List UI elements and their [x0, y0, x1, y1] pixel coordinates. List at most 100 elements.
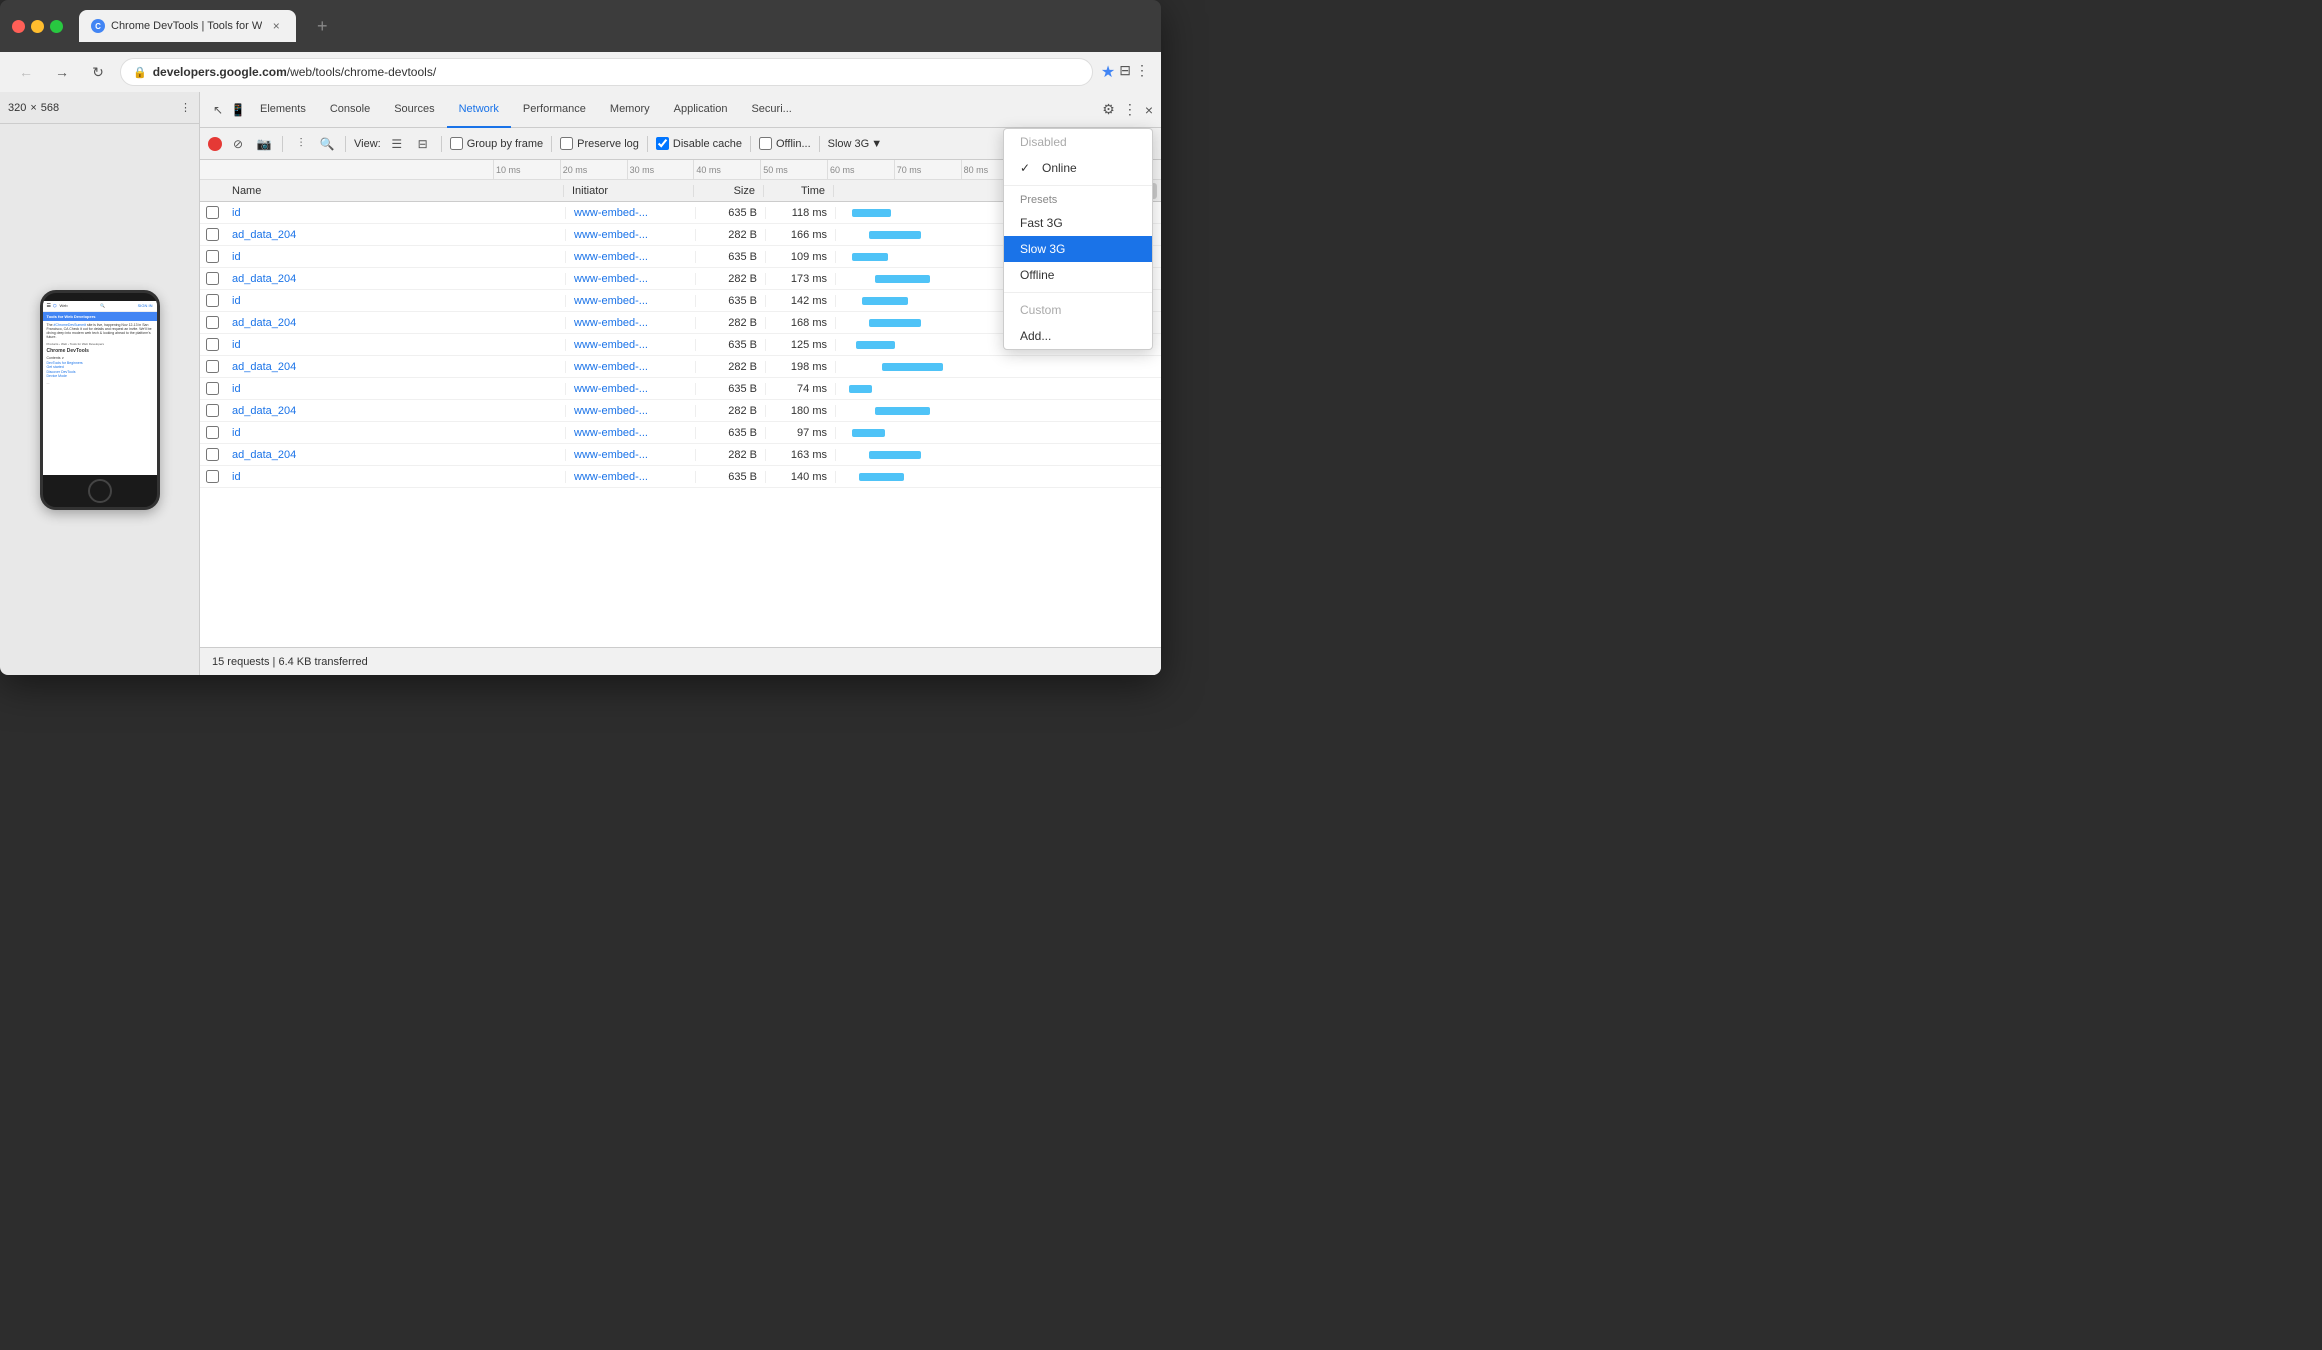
row-time: 168 ms [766, 317, 836, 329]
dropdown-item-offline[interactable]: Offline [1004, 262, 1152, 288]
header-name[interactable]: Name [224, 185, 564, 197]
toolbar-separator-1 [282, 136, 283, 152]
device-section-title: Chrome DevTools [43, 347, 157, 355]
cursor-tool-button[interactable]: ↖ [208, 100, 228, 120]
waterfall-bar [882, 363, 944, 371]
header-initiator[interactable]: Initiator [564, 185, 694, 197]
row-name: id [224, 427, 566, 439]
forward-button[interactable]: → [48, 58, 76, 86]
tab-close-button[interactable]: × [268, 18, 284, 34]
row-checkbox[interactable] [206, 382, 219, 395]
table-row[interactable]: id www-embed-... 635 B 97 ms [200, 422, 1161, 444]
devtools-close-button[interactable]: × [1145, 102, 1153, 118]
row-checkbox[interactable] [206, 338, 219, 351]
row-checkbox[interactable] [206, 426, 219, 439]
device-dimensions: 320 × 568 [8, 102, 59, 114]
row-size: 635 B [696, 251, 766, 263]
tab-console[interactable]: Console [318, 92, 382, 128]
search-button[interactable]: 🔍 [317, 134, 337, 154]
group-by-frame-checkbox[interactable] [450, 137, 463, 150]
bookmark-button[interactable]: ★ [1101, 62, 1115, 82]
row-size: 635 B [696, 383, 766, 395]
preserve-log-checkbox[interactable] [560, 137, 573, 150]
device-logo: ⬡ [53, 303, 57, 308]
dropdown-item-slow3g[interactable]: Slow 3G [1004, 236, 1152, 262]
row-initiator: www-embed-... [566, 339, 696, 351]
row-checkbox[interactable] [206, 448, 219, 461]
row-size: 282 B [696, 273, 766, 285]
disable-cache-checkbox[interactable] [656, 137, 669, 150]
url-bar[interactable]: 🔒 developers.google.com/web/tools/chrome… [120, 58, 1093, 86]
row-name: ad_data_204 [224, 273, 566, 285]
title-bar: C Chrome DevTools | Tools for W × + [0, 0, 1161, 52]
group-view-button[interactable]: ⊟ [413, 134, 433, 154]
browser-tab[interactable]: C Chrome DevTools | Tools for W × [79, 10, 296, 42]
filter-button[interactable]: ⫶ [291, 134, 311, 154]
waterfall-bar [869, 319, 921, 327]
dropdown-item-add[interactable]: Add... [1004, 323, 1152, 349]
dropdown-item-online[interactable]: ✓ Online [1004, 155, 1152, 181]
device-toggle-button[interactable]: 📱 [228, 100, 248, 120]
row-checkbox[interactable] [206, 404, 219, 417]
row-checkbox[interactable] [206, 272, 219, 285]
new-tab-button[interactable]: + [308, 12, 336, 40]
list-view-button[interactable]: ☰ [387, 134, 407, 154]
row-checkbox[interactable] [206, 470, 219, 483]
offline-checkbox[interactable] [759, 137, 772, 150]
record-button[interactable] [208, 137, 222, 151]
tab-network[interactable]: Network [447, 92, 511, 128]
table-row[interactable]: id www-embed-... 635 B 140 ms [200, 466, 1161, 488]
throttle-dropdown-button[interactable]: Slow 3G ▼ [828, 138, 882, 150]
device-height: 568 [41, 102, 59, 114]
reload-button[interactable]: ↻ [84, 58, 112, 86]
device-notch [80, 293, 120, 301]
table-row[interactable]: ad_data_204 www-embed-... 282 B 180 ms [200, 400, 1161, 422]
row-checkbox[interactable] [206, 206, 219, 219]
tab-memory[interactable]: Memory [598, 92, 662, 128]
device-body-text: The #ChromeDevSummit site is live, happe… [43, 321, 157, 341]
row-checkbox[interactable] [206, 228, 219, 241]
row-checkbox[interactable] [206, 250, 219, 263]
dropdown-item-disabled[interactable]: Disabled [1004, 129, 1152, 155]
more-tabs-icon[interactable]: ⋮ [1123, 101, 1137, 118]
tab-elements[interactable]: Elements [248, 92, 318, 128]
row-checkbox[interactable] [206, 360, 219, 373]
device-toolbar: 320 × 568 ⋮ [0, 92, 199, 124]
header-size[interactable]: Size [694, 185, 764, 197]
row-checkbox[interactable] [206, 294, 219, 307]
tab-sources[interactable]: Sources [382, 92, 446, 128]
tab-application[interactable]: Application [662, 92, 740, 128]
cast-icon[interactable]: ⊟ [1119, 62, 1131, 82]
header-time[interactable]: Time [764, 185, 834, 197]
minimize-button[interactable] [31, 20, 44, 33]
address-bar: ← → ↻ 🔒 developers.google.com/web/tools/… [0, 52, 1161, 92]
settings-icon[interactable]: ⚙ [1102, 101, 1115, 118]
camera-button[interactable]: 📷 [254, 134, 274, 154]
device-home-button[interactable] [88, 479, 112, 503]
dropdown-item-custom[interactable]: Custom [1004, 297, 1152, 323]
dropdown-item-fast3g[interactable]: Fast 3G [1004, 210, 1152, 236]
maximize-button[interactable] [50, 20, 63, 33]
back-button[interactable]: ← [12, 58, 40, 86]
stop-recording-button[interactable]: ⊘ [228, 134, 248, 154]
tab-security[interactable]: Securi... [739, 92, 803, 128]
table-row[interactable]: id www-embed-... 635 B 74 ms [200, 378, 1161, 400]
device-more-button[interactable]: ⋮ [180, 101, 191, 114]
close-button[interactable] [12, 20, 25, 33]
row-size: 282 B [696, 449, 766, 461]
tab-performance[interactable]: Performance [511, 92, 598, 128]
waterfall-bar [856, 341, 895, 349]
row-checkbox[interactable] [206, 316, 219, 329]
device-hamburger-icon: ☰ [47, 303, 51, 309]
devtools-tab-bar: ↖ 📱 Elements Console Sources Network Per… [200, 92, 1161, 128]
row-time: 142 ms [766, 295, 836, 307]
table-row[interactable]: ad_data_204 www-embed-... 282 B 198 ms [200, 356, 1161, 378]
table-row[interactable]: ad_data_204 www-embed-... 282 B 163 ms [200, 444, 1161, 466]
row-size: 635 B [696, 207, 766, 219]
url-domain: developers.google.com/web/tools/chrome-d… [153, 65, 436, 79]
row-waterfall [836, 422, 1161, 443]
row-name: id [224, 383, 566, 395]
menu-button[interactable]: ⋮ [1135, 62, 1149, 82]
row-initiator: www-embed-... [566, 317, 696, 329]
device-web-label: Web [59, 303, 67, 308]
